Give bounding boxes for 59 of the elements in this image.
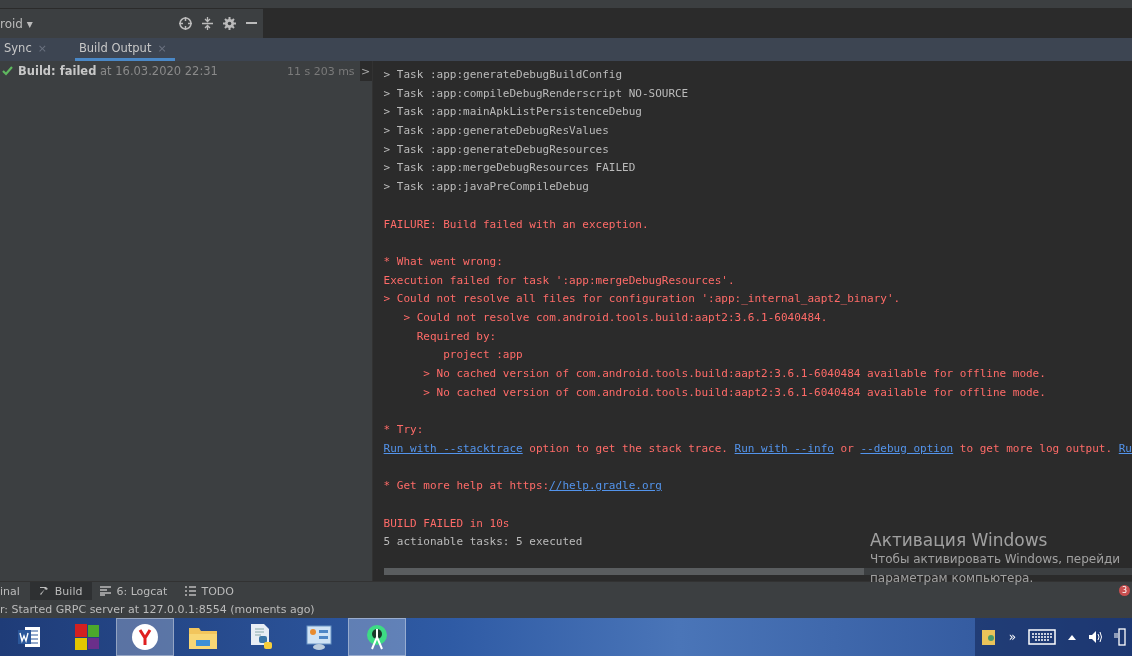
hammer-icon [37,585,50,597]
console-line: * What went wrong: [383,253,503,270]
check-icon [2,66,13,76]
console-line: FAILURE: Build failed with an exception. [383,216,649,233]
console-line: * Get more help at https://help.gradle.org [383,478,662,495]
tool-window-button[interactable]: 6: Logcat [92,582,178,600]
battery-icon[interactable] [1114,628,1126,646]
build-status[interactable]: Build: failed at 16.03.2020 22:31 [18,64,218,78]
minimize-icon[interactable] [246,22,257,25]
console-link[interactable]: Run with --stacktrace [383,441,523,455]
console-line: * Try: [383,422,424,439]
lines-icon [100,586,112,596]
console-link[interactable]: Ru [1118,441,1132,455]
console-line: > Task :app:mainApkListPersistenceDebug [383,104,642,121]
target-icon[interactable] [179,17,192,30]
tool-window-button[interactable]: Build [29,582,93,600]
user-folder-icon[interactable] [980,628,997,646]
console-link[interactable]: --debug option [860,441,954,455]
collapse-icon[interactable] [202,17,213,30]
console-line: > Task :app:generateDebugResValues [383,123,609,140]
caret-up-icon[interactable] [1068,634,1076,640]
speaker-icon[interactable] [1088,630,1102,644]
tray-overflow[interactable]: » [1008,630,1016,644]
word-icon [16,624,42,650]
console-line: project :app [442,347,523,364]
console-line: > Task :app:generateDebugResources [383,141,609,158]
notification-badge[interactable]: 3 [1119,585,1130,596]
control-panel-icon [305,623,333,651]
gear-icon[interactable] [223,17,236,30]
horizontal-scrollbar[interactable] [383,568,1132,575]
tiles-icon [73,623,101,651]
console-line: Required by: [415,328,497,345]
taskbar-button[interactable] [348,618,406,656]
tool-window-button[interactable]: inal [0,582,30,600]
console-link[interactable]: Run with --info [734,441,834,455]
console-link[interactable]: //help.gradle.org [549,479,662,493]
console-line: > Task :app:javaPreCompileDebug [383,179,589,196]
list-icon [185,586,197,596]
activation-text: параметрам компьютера. [870,570,1035,587]
console-line: > Task :app:generateDebugBuildConfig [383,67,623,83]
browser-icon [131,623,159,651]
console-line: Run with --stacktrace option to get the stack trace. Run with --info or --debug option to get more log output. Ru [383,440,1132,457]
status-message: r: Started GRPC server at 127.0.0.1:8554 (moments ago) [0,602,315,616]
console-line: > Task :app:mergeDebugResources FAILED [383,160,636,177]
console-line: > Task :app:compileDebugRenderscript NO-SOURCE [383,85,689,102]
tool-window-button[interactable]: TODO [177,582,244,600]
console-line: BUILD FAILED in 10s [383,515,510,532]
taskbar-button[interactable] [116,618,174,656]
console-line: > No cached version of com.android.tools.build:aapt2:3.6.1-6040484 available for offline mode. [422,384,1046,401]
console-line: > No cached version of com.android.tools.build:aapt2:3.6.1-6040484 available for offline mode. [422,366,1046,382]
console-line: > Could not resolve all files for configuration ':app:_internal_aapt2_binary'. [383,291,901,308]
activation-title: Активация Windows [870,530,1049,550]
console-line: Execution failed for task ':app:mergeDebugResources'. [383,272,735,289]
console-line: > Could not resolve com.android.tools.build:aapt2:3.6.1-6040484. [402,309,828,326]
activation-text: Чтобы активировать Windows, перейди [870,551,1121,568]
build-duration: 11 s 203 ms [286,64,355,78]
console-line: 5 actionable tasks: 5 executed [383,534,583,551]
keyboard-icon[interactable] [1028,629,1056,645]
tab[interactable]: Sync × [0,38,55,61]
